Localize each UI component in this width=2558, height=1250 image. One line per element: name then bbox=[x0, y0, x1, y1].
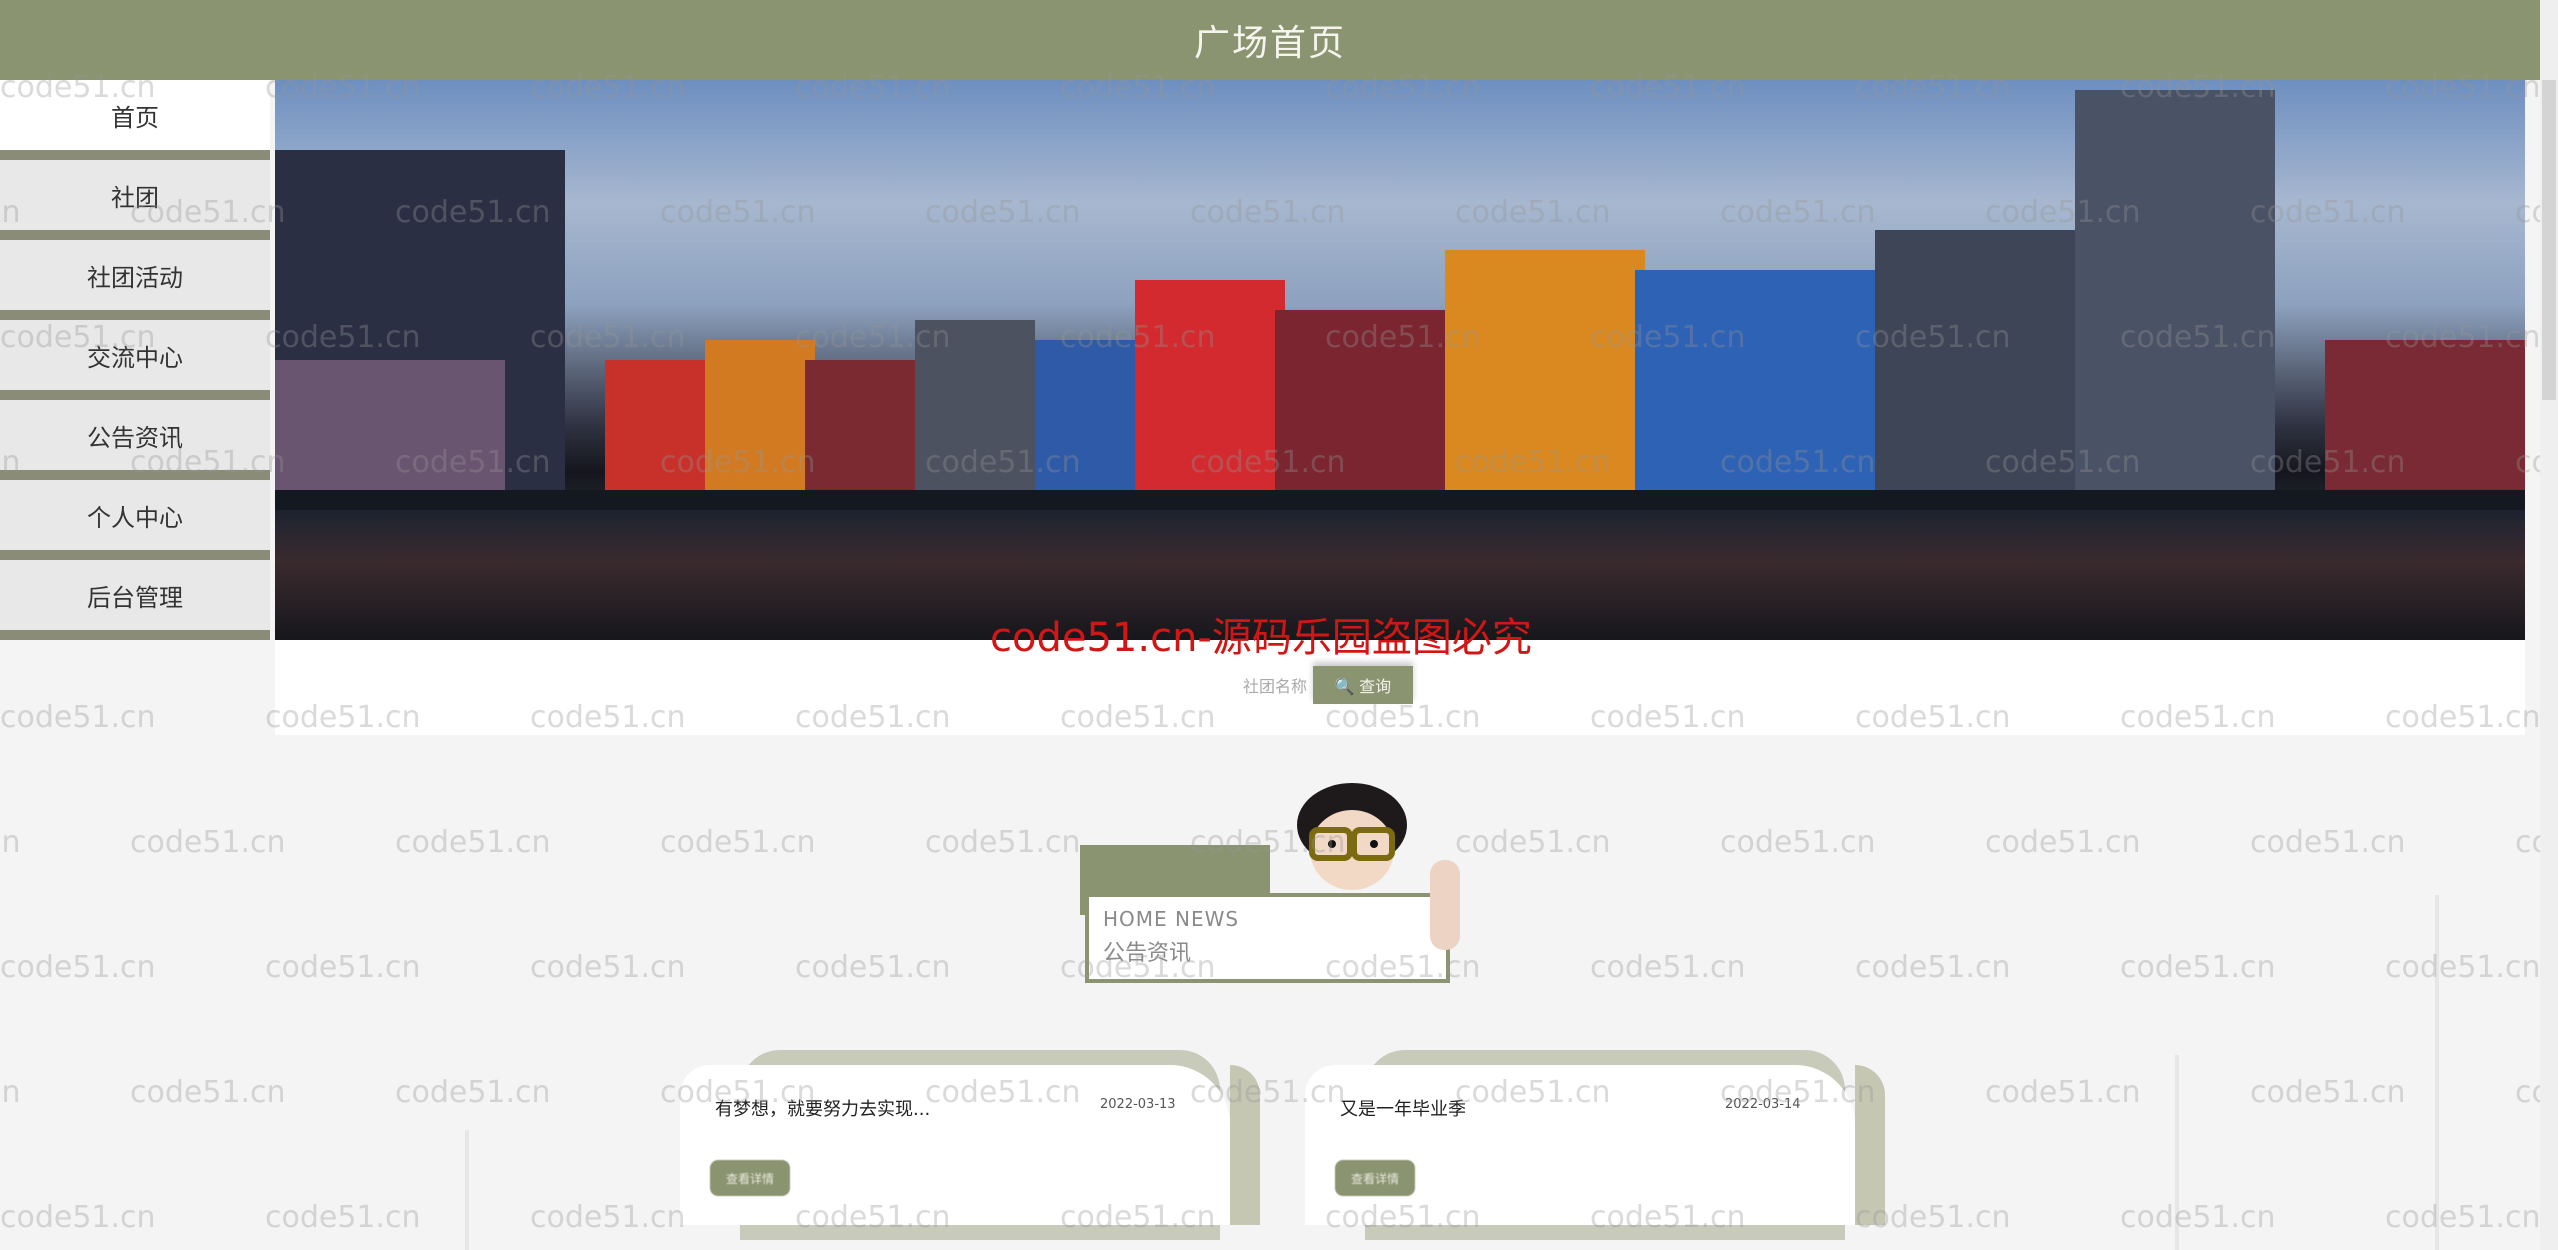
banner-house bbox=[805, 360, 915, 510]
watermark-text: code51.cn bbox=[660, 825, 816, 860]
sidebar-item-label: 交流中心 bbox=[87, 343, 183, 372]
watermark-text: code51.cn bbox=[2120, 1200, 2276, 1235]
sidebar-item-label: 首页 bbox=[111, 103, 159, 132]
news-card[interactable]: 又是一年毕业季 2022-03-14 查看详情 bbox=[1305, 1045, 1905, 1245]
top-header: 广场首页 bbox=[0, 0, 2540, 80]
sidebar-item-admin[interactable]: 后台管理 bbox=[0, 560, 270, 640]
watermark-text: code51.cn bbox=[0, 1075, 21, 1110]
watermark-text: code51.cn bbox=[1855, 950, 2011, 985]
watermark-text: code51.cn bbox=[1985, 825, 2141, 860]
watermark-text: code51.cn bbox=[0, 700, 156, 735]
mascot-eye bbox=[1328, 840, 1336, 848]
watermark-text: code51.cn bbox=[1720, 825, 1876, 860]
banner-house bbox=[1635, 270, 1885, 510]
banner-house bbox=[915, 320, 1035, 510]
banner-house bbox=[1275, 310, 1455, 510]
sidebar-item-clubs[interactable]: 社团 bbox=[0, 160, 270, 240]
banner-building bbox=[275, 360, 505, 510]
watermark-text: code51.cn bbox=[530, 950, 686, 985]
banner-tower bbox=[2075, 90, 2275, 510]
watermark-text: code51.cn bbox=[2385, 1200, 2541, 1235]
page-scrollbar[interactable] bbox=[2540, 0, 2558, 1250]
search-button[interactable]: 🔍 查询 bbox=[1313, 666, 1413, 704]
watermark-text: code51.cn bbox=[2250, 1075, 2406, 1110]
watermark-text: code51.cn bbox=[2120, 950, 2276, 985]
sidebar-item-label: 社团 bbox=[111, 183, 159, 212]
watermark-text: code51.cn bbox=[2385, 950, 2541, 985]
watermark-text: code51.cn bbox=[1590, 950, 1746, 985]
grass-decoration bbox=[2175, 1055, 2179, 1250]
news-card[interactable]: 有梦想，就要努力去实现... 2022-03-13 查看详情 bbox=[680, 1045, 1280, 1245]
mascot-eye bbox=[1370, 840, 1378, 848]
news-title[interactable]: 又是一年毕业季 bbox=[1340, 1095, 1466, 1121]
watermark-text: code51.cn bbox=[530, 1200, 686, 1235]
sidebar-item-label: 个人中心 bbox=[87, 503, 183, 532]
news-date: 2022-03-14 bbox=[1725, 1097, 1801, 1112]
banner-house bbox=[705, 340, 815, 510]
card-front-panel bbox=[1305, 1065, 1855, 1225]
watermark-text: code51.cn bbox=[0, 1200, 156, 1235]
card-front-panel bbox=[680, 1065, 1230, 1225]
sidebar-item-label: 社团活动 bbox=[87, 263, 183, 292]
news-title[interactable]: 有梦想，就要努力去实现... bbox=[715, 1095, 930, 1121]
banner-house bbox=[2325, 340, 2525, 510]
mascot-hand bbox=[1430, 860, 1460, 950]
news-detail-button[interactable]: 查看详情 bbox=[710, 1160, 790, 1196]
sidebar-item-announcements[interactable]: 公告资讯 bbox=[0, 400, 270, 480]
sidebar-nav: 首页 社团 社团活动 交流中心 公告资讯 个人中心 后台管理 bbox=[0, 80, 270, 640]
banner-house bbox=[1135, 280, 1285, 510]
banner-carousel-image[interactable] bbox=[275, 80, 2525, 640]
sidebar-item-club-activities[interactable]: 社团活动 bbox=[0, 240, 270, 320]
watermark-text: code51.cn bbox=[395, 1075, 551, 1110]
watermark-text: code51.cn bbox=[0, 825, 21, 860]
watermark-text: code51.cn bbox=[265, 1200, 421, 1235]
watermark-text: code51.cn bbox=[795, 950, 951, 985]
grass-decoration bbox=[465, 1130, 469, 1250]
watermark-text: code51.cn bbox=[265, 950, 421, 985]
card-corner-accent bbox=[1855, 1065, 1885, 1225]
watermark-text: code51.cn bbox=[2250, 825, 2406, 860]
watermark-text: code51.cn bbox=[395, 825, 551, 860]
news-date: 2022-03-13 bbox=[1100, 1097, 1176, 1112]
news-detail-button[interactable]: 查看详情 bbox=[1335, 1160, 1415, 1196]
sidebar-item-forum[interactable]: 交流中心 bbox=[0, 320, 270, 400]
watermark-text: code51.cn bbox=[0, 950, 156, 985]
sidebar-item-label: 公告资讯 bbox=[87, 423, 183, 452]
banner-house bbox=[1035, 340, 1145, 510]
watermark-text: code51.cn bbox=[130, 825, 286, 860]
card-corner-accent bbox=[1230, 1065, 1260, 1225]
watermark-text: code51.cn bbox=[925, 825, 1081, 860]
banner-house bbox=[1445, 250, 1645, 510]
watermark-text: code51.cn bbox=[130, 1075, 286, 1110]
page-title: 广场首页 bbox=[1193, 23, 1346, 64]
sidebar-item-home[interactable]: 首页 bbox=[0, 80, 270, 160]
overlay-watermark: code51.cn-源码乐园盗图必究 bbox=[990, 615, 1532, 661]
grass-decoration bbox=[2435, 895, 2439, 1250]
scrollbar-thumb[interactable] bbox=[2542, 80, 2556, 400]
watermark-text: code51.cn bbox=[1985, 1075, 2141, 1110]
sidebar-item-label: 后台管理 bbox=[87, 583, 183, 612]
mascot-illustration bbox=[1297, 783, 1460, 950]
news-list: 有梦想，就要努力去实现... 2022-03-13 查看详情 又是一年毕业季 2… bbox=[680, 1045, 1900, 1250]
sidebar-item-profile[interactable]: 个人中心 bbox=[0, 480, 270, 560]
